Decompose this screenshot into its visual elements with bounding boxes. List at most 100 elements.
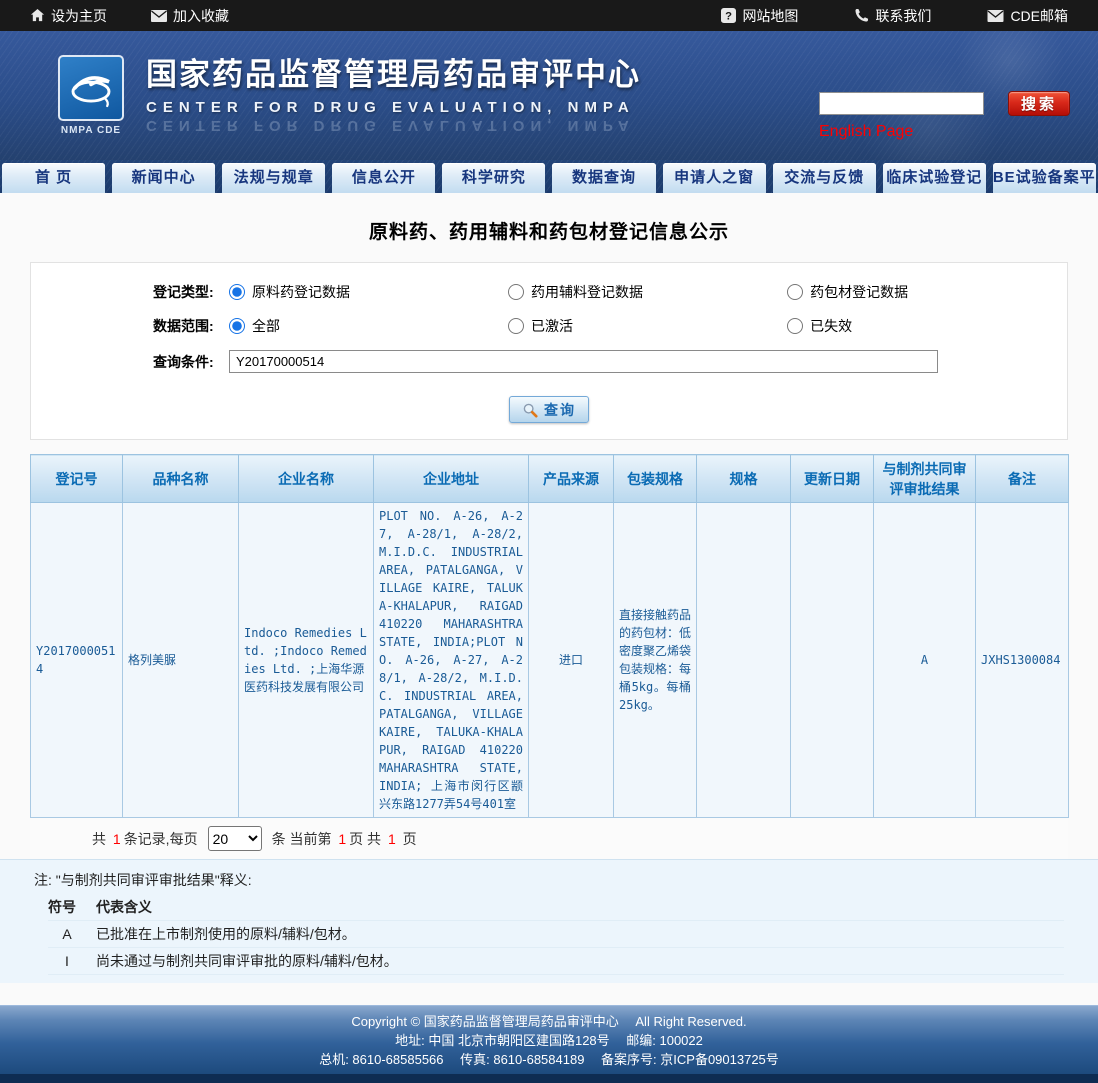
home-icon <box>30 8 45 23</box>
header-search-input[interactable] <box>819 92 984 115</box>
add-favorite-link[interactable]: 加入收藏 <box>151 6 229 26</box>
radio-raw-material-label: 原料药登记数据 <box>252 282 350 302</box>
notes-col-symbol: 符号 <box>48 897 96 917</box>
radio-all[interactable] <box>229 318 245 334</box>
nav-tab-info-disclosure[interactable]: 信息公开 <box>332 163 435 193</box>
radio-excipient[interactable] <box>508 284 524 300</box>
english-page-link[interactable]: English Page <box>819 123 913 141</box>
radio-raw-material[interactable] <box>229 284 245 300</box>
cell-reg-no: Y20170000514 <box>31 503 123 818</box>
radio-packaging[interactable] <box>787 284 803 300</box>
pagination-after-select: 条 当前第 <box>272 829 336 849</box>
add-favorite-label: 加入收藏 <box>173 6 229 26</box>
cell-spec <box>697 503 791 818</box>
legend-meaning-i: 尚未通过与制剂共同审评审批的原料/辅料/包材。 <box>96 951 398 971</box>
nav-tab-data-query[interactable]: 数据查询 <box>552 163 655 193</box>
nav-tab-regulations[interactable]: 法规与规章 <box>222 163 325 193</box>
cell-company-name: Indoco Remedies Ltd. ;Indoco Remedies Lt… <box>239 503 374 818</box>
svg-text:?: ? <box>726 11 733 23</box>
filter-row-type: 登记类型: 原料药登记数据 药用辅料登记数据 药包材登记数据 <box>31 275 1067 309</box>
total-records: 1 <box>110 831 124 847</box>
col-header-packaging[interactable]: 包装规格 <box>614 455 697 503</box>
main-content: 原料药、药用辅料和药包材登记信息公示 登记类型: 原料药登记数据 药用辅料登记数… <box>0 193 1098 1005</box>
mail-icon <box>151 10 167 22</box>
sitemap-label: 网站地图 <box>742 6 798 26</box>
pagination-prefix: 共 <box>92 829 110 849</box>
total-pages: 1 <box>385 831 399 847</box>
filter-row-scope: 数据范围: 全部 已激活 已失效 <box>31 309 1067 343</box>
cell-review-result: A <box>874 503 976 818</box>
contact-label: 联系我们 <box>875 6 931 26</box>
question-icon: ? <box>721 8 736 23</box>
logo-block: NMPA CDE <box>58 55 124 136</box>
radio-all-label: 全部 <box>252 316 280 336</box>
radio-option-packaging[interactable]: 药包材登记数据 <box>787 282 1066 302</box>
content-bottom-spacer <box>0 983 1098 1005</box>
footer-bottom-strip <box>0 1074 1098 1083</box>
cde-logo[interactable] <box>58 55 124 121</box>
radio-activated[interactable] <box>508 318 524 334</box>
legend-symbol-a: A <box>48 926 86 942</box>
col-header-update-date[interactable]: 更新日期 <box>791 455 874 503</box>
notes-col-meaning: 代表含义 <box>96 897 152 917</box>
radio-invalid[interactable] <box>787 318 803 334</box>
type-label: 登记类型: <box>153 282 229 302</box>
nav-tab-feedback[interactable]: 交流与反馈 <box>773 163 876 193</box>
footer-copyright: Copyright © 国家药品监督管理局药品审评中心 All Right Re… <box>0 1012 1098 1031</box>
col-header-review-result[interactable]: 与制剂共同审评审批结果 <box>874 455 976 503</box>
header-search-area: 搜索 English Page <box>819 91 1070 141</box>
topbar-right-links: ? 网站地图 联系我们 CDE邮箱 <box>721 6 1068 26</box>
col-header-company-name[interactable]: 企业名称 <box>239 455 374 503</box>
filter-row-query: 查询条件: <box>31 343 1067 380</box>
nav-tab-research[interactable]: 科学研究 <box>442 163 545 193</box>
cde-mailbox-link[interactable]: CDE邮箱 <box>987 6 1068 26</box>
notes-legend-header: 符号 代表含义 <box>48 894 1064 921</box>
cde-mailbox-label: CDE邮箱 <box>1010 6 1068 26</box>
col-header-company-address[interactable]: 企业地址 <box>374 455 529 503</box>
table-row: Y20170000514 格列美脲 Indoco Remedies Ltd. ;… <box>31 503 1069 818</box>
radio-option-all[interactable]: 全部 <box>229 316 508 336</box>
set-home-link[interactable]: 设为主页 <box>30 6 107 26</box>
site-footer: Copyright © 国家药品监督管理局药品审评中心 All Right Re… <box>0 1005 1098 1074</box>
nav-tab-clinical-trial[interactable]: 临床试验登记 <box>883 163 986 193</box>
col-header-remark[interactable]: 备注 <box>976 455 1069 503</box>
nav-tab-news[interactable]: 新闻中心 <box>112 163 215 193</box>
header-search-button[interactable]: 搜索 <box>1008 91 1070 116</box>
notes-panel: 注: "与制剂共同审评审批结果"释义: 符号 代表含义 A 已批准在上市制剂使用… <box>0 859 1098 983</box>
sitemap-link[interactable]: ? 网站地图 <box>721 6 798 26</box>
pagination-bar: 共 1条记录,每页 20 条 当前第 1页 共 1 页 <box>30 818 1068 859</box>
nav-tab-home[interactable]: 首 页 <box>2 163 105 193</box>
notes-legend-row: A 已批准在上市制剂使用的原料/辅料/包材。 <box>48 921 1064 948</box>
topbar: 设为主页 加入收藏 ? 网站地图 联系我们 CDE邮箱 <box>0 0 1098 31</box>
contact-link[interactable]: 联系我们 <box>854 6 931 26</box>
cell-update-date <box>791 503 874 818</box>
legend-symbol-i: I <box>48 953 86 969</box>
nav-tab-applicant-window[interactable]: 申请人之窗 <box>663 163 766 193</box>
main-nav: 首 页 新闻中心 法规与规章 信息公开 科学研究 数据查询 申请人之窗 交流与反… <box>0 160 1098 193</box>
radio-option-activated[interactable]: 已激活 <box>508 316 787 336</box>
col-header-reg-no[interactable]: 登记号 <box>31 455 123 503</box>
cell-product-name: 格列美脲 <box>123 503 239 818</box>
notes-title: 注: "与制剂共同审评审批结果"释义: <box>34 865 1098 894</box>
legend-meaning-a: 已批准在上市制剂使用的原料/辅料/包材。 <box>96 924 356 944</box>
radio-option-invalid[interactable]: 已失效 <box>787 316 1066 336</box>
scope-label: 数据范围: <box>153 316 229 336</box>
col-header-spec[interactable]: 规格 <box>697 455 791 503</box>
nav-tab-be-platform[interactable]: BE试验备案平台 <box>993 163 1096 193</box>
phone-icon <box>854 8 869 23</box>
filter-panel: 登记类型: 原料药登记数据 药用辅料登记数据 药包材登记数据 数据范围: <box>30 262 1068 440</box>
site-subtitle-reflection: CENTER FOR DRUG EVALUATION, NMPA <box>146 117 641 134</box>
pagination-suffix: 页 <box>399 829 417 849</box>
query-input[interactable] <box>229 350 938 373</box>
radio-option-excipient[interactable]: 药用辅料登记数据 <box>508 282 787 302</box>
footer-contact: 总机: 8610-68585566 传真: 8610-68584189 备案序号… <box>0 1050 1098 1069</box>
col-header-product-name[interactable]: 品种名称 <box>123 455 239 503</box>
cell-remark: JXHS1300084 <box>976 503 1069 818</box>
per-page-select[interactable]: 20 <box>208 826 262 851</box>
radio-option-raw-material[interactable]: 原料药登记数据 <box>229 282 508 302</box>
col-header-source[interactable]: 产品来源 <box>529 455 614 503</box>
magnifier-icon <box>522 402 538 418</box>
title-block: 国家药品监督管理局药品审评中心 CENTER FOR DRUG EVALUATI… <box>146 49 641 134</box>
site-title: 国家药品监督管理局药品审评中心 <box>146 49 641 94</box>
query-submit-button[interactable]: 查询 <box>509 396 589 423</box>
